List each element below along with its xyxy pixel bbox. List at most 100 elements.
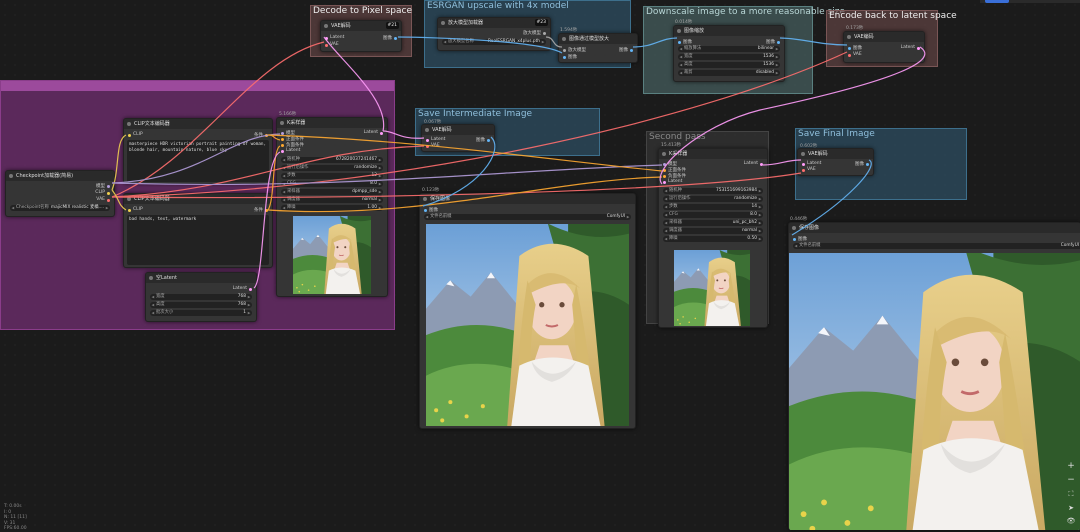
input-latent[interactable]: Latent	[426, 137, 445, 142]
control-after-generate-combo[interactable]: 运行后操作 randomize	[663, 196, 763, 202]
node-header[interactable]: 空Latent	[146, 273, 256, 283]
node-header[interactable]: VAE编码	[844, 32, 924, 42]
node-checkpoint-loader-25[interactable]: Checkpoint加载器(简易) #25 模型 CLIP VAE Checkp…	[5, 170, 115, 217]
input-latent[interactable]: Latent	[281, 148, 300, 153]
collapse-dot-icon[interactable]	[441, 21, 445, 25]
seed-number[interactable]: 随机种 672820037241467	[281, 157, 383, 163]
filename-prefix-text[interactable]: 文件名前缀 ComfyUI	[793, 243, 1080, 249]
collapse-dot-icon[interactable]	[662, 152, 666, 156]
collapse-dot-icon[interactable]	[127, 122, 131, 126]
node-header[interactable]: CLIP文本编码器#7	[124, 194, 272, 204]
output-latent[interactable]: Latent	[233, 286, 253, 291]
zoom-out-button[interactable]: −	[1066, 474, 1076, 486]
output-model[interactable]: 模型	[96, 183, 110, 189]
node-save-final-image[interactable]: 保存图像 图像 文件名前缀 ComfyUI	[788, 222, 1080, 530]
fit-view-button[interactable]: ⛶	[1066, 488, 1076, 500]
checkpoint-name-combo[interactable]: Checkpoint名称majicMIX realistic 麦橘....	[10, 205, 110, 211]
collapse-dot-icon[interactable]	[9, 174, 13, 178]
node-vae-decode-13[interactable]: VAE解码 #13 Latent VAE 图像	[797, 148, 874, 176]
node-clip-text-encode-negative-7[interactable]: CLIP文本编码器#7 CLIP 条件 bad hands, text, wat…	[123, 193, 273, 268]
input-clip[interactable]: CLIP	[128, 132, 143, 137]
batch-size-number[interactable]: 批次大小 1	[150, 310, 252, 316]
input-latent[interactable]: Latent	[802, 161, 821, 166]
collapse-dot-icon[interactable]	[792, 226, 796, 230]
output-conditioning[interactable]: 条件	[254, 207, 268, 213]
node-save-image-9[interactable]: 保存图像 #9 图像 文件名前缀 ComfyUI	[419, 193, 636, 429]
output-clip[interactable]: CLIP	[95, 190, 110, 195]
node-vae-decode-8[interactable]: VAE解码 #8 Latent VAE 图像	[421, 124, 495, 152]
node-header[interactable]: 保存图像	[420, 194, 635, 204]
output-latent[interactable]: Latent	[744, 161, 764, 166]
zoom-in-button[interactable]: +	[1066, 460, 1076, 472]
collapse-dot-icon[interactable]	[324, 24, 328, 28]
collapse-dot-icon[interactable]	[280, 121, 284, 125]
final-output-image[interactable]	[789, 253, 1080, 530]
input-image[interactable]: 图像	[424, 207, 438, 213]
input-image[interactable]: 图像	[563, 54, 577, 60]
denoise-number[interactable]: 降噪 1.00	[281, 205, 383, 211]
cfg-number[interactable]: CFG 8.0	[281, 181, 383, 187]
node-upscale-model-loader-23[interactable]: 放大模型加载器 #23 放大模型 放大模型名称 RealESRGAN_x4plus.…	[437, 17, 551, 51]
input-image[interactable]: 图像	[678, 39, 692, 45]
output-image[interactable]: 图像	[855, 161, 869, 167]
collapse-dot-icon[interactable]	[423, 197, 427, 201]
collapse-dot-icon[interactable]	[425, 128, 429, 132]
collapse-dot-icon[interactable]	[801, 152, 805, 156]
node-ksampler-11[interactable]: K采样器 #11 模型 正面条件 负面条件 Latent Latent 随机种7…	[658, 148, 768, 328]
collapse-dot-icon[interactable]	[847, 35, 851, 39]
node-header[interactable]: 保存图像	[789, 223, 1080, 233]
prompt-textarea[interactable]: masterpiece HDR victorian portrait paint…	[127, 140, 269, 182]
input-vae[interactable]: VAE	[325, 42, 339, 47]
node-header[interactable]: K采样器	[277, 118, 387, 128]
filename-prefix-text[interactable]: 文件名前缀 ComfyUI	[424, 214, 631, 220]
input-clip[interactable]: CLIP	[128, 207, 143, 212]
control-after-generate-combo[interactable]: 运行后操作 randomize	[281, 165, 383, 171]
node-header[interactable]: 图像通过模型放大	[559, 34, 637, 44]
node-ksampler-3[interactable]: K采样器 #3 模型 正面条件 负面条件 Latent Latent 随机种67…	[276, 117, 388, 297]
pan-mode-button[interactable]: ➤	[1066, 502, 1076, 514]
node-header[interactable]: VAE解码 #21	[321, 21, 401, 31]
node-vae-encode-20[interactable]: VAE编码 #20 图像 VAE Latent	[843, 31, 925, 63]
output-image[interactable]: 图像	[766, 39, 780, 45]
node-clip-text-encode-positive-6[interactable]: CLIP文本编码器#6 CLIP 条件 masterpiece HDR vict…	[123, 118, 273, 184]
collapse-dot-icon[interactable]	[677, 29, 681, 33]
scheduler-combo[interactable]: 调度器 normal	[281, 197, 383, 203]
collapse-dot-icon[interactable]	[127, 197, 131, 201]
node-header[interactable]: 图像缩放	[674, 26, 784, 36]
toggle-links-button[interactable]: 👁	[1066, 515, 1076, 527]
node-empty-latent-5[interactable]: 空Latent #5 Latent 宽度 768 高度 768 批次大小 1	[145, 272, 257, 322]
height-number[interactable]: 高度 1536	[678, 62, 780, 68]
node-header[interactable]: 放大模型加载器 #23	[438, 18, 550, 28]
input-image[interactable]: 图像	[848, 45, 862, 51]
node-header[interactable]: VAE解码	[798, 149, 873, 159]
top-right-menu-bar[interactable]	[980, 0, 1080, 3]
node-image-scale-24[interactable]: 图像缩放 #24 图像 图像 缩放算法bilinear 宽度1536 高度153…	[673, 25, 785, 82]
node-header[interactable]: VAE解码	[422, 125, 494, 135]
width-number[interactable]: 宽度 768	[150, 294, 252, 300]
node-header[interactable]: K采样器	[659, 149, 767, 159]
input-latent[interactable]: Latent	[325, 35, 344, 40]
collapse-dot-icon[interactable]	[149, 276, 153, 280]
sampler-combo[interactable]: 采样器 uni_pc_bh2	[663, 220, 763, 226]
output-vae[interactable]: VAE	[96, 197, 110, 202]
height-number[interactable]: 高度 768	[150, 302, 252, 308]
width-number[interactable]: 宽度 1536	[678, 54, 780, 60]
model-name-combo[interactable]: 放大模型名称 RealESRGAN_x4plus.pth	[442, 39, 546, 45]
output-conditioning[interactable]: 条件	[254, 132, 268, 138]
input-vae[interactable]: VAE	[802, 167, 816, 172]
upscale-method-combo[interactable]: 缩放算法 bilinear	[678, 46, 780, 52]
output-image[interactable]: 图像	[383, 35, 397, 41]
scheduler-combo[interactable]: 调度器 normal	[663, 228, 763, 234]
output-latent[interactable]: Latent	[364, 130, 384, 135]
output-image-preview[interactable]	[426, 224, 629, 426]
node-header[interactable]: Checkpoint加载器(简易)	[6, 171, 114, 181]
denoise-number[interactable]: 降噪 0.50	[663, 236, 763, 242]
output-upscale-model[interactable]: 放大模型	[523, 30, 546, 36]
steps-number[interactable]: 步数 14	[663, 204, 763, 210]
steps-number[interactable]: 步数 12	[281, 173, 383, 179]
sampler-combo[interactable]: 采样器 dpmpp_sde	[281, 189, 383, 195]
output-image[interactable]: 图像	[476, 137, 490, 143]
seed-number[interactable]: 随机种 753151699163984	[663, 188, 763, 194]
input-vae[interactable]: VAE	[848, 52, 862, 57]
collapse-dot-icon[interactable]	[562, 37, 566, 41]
